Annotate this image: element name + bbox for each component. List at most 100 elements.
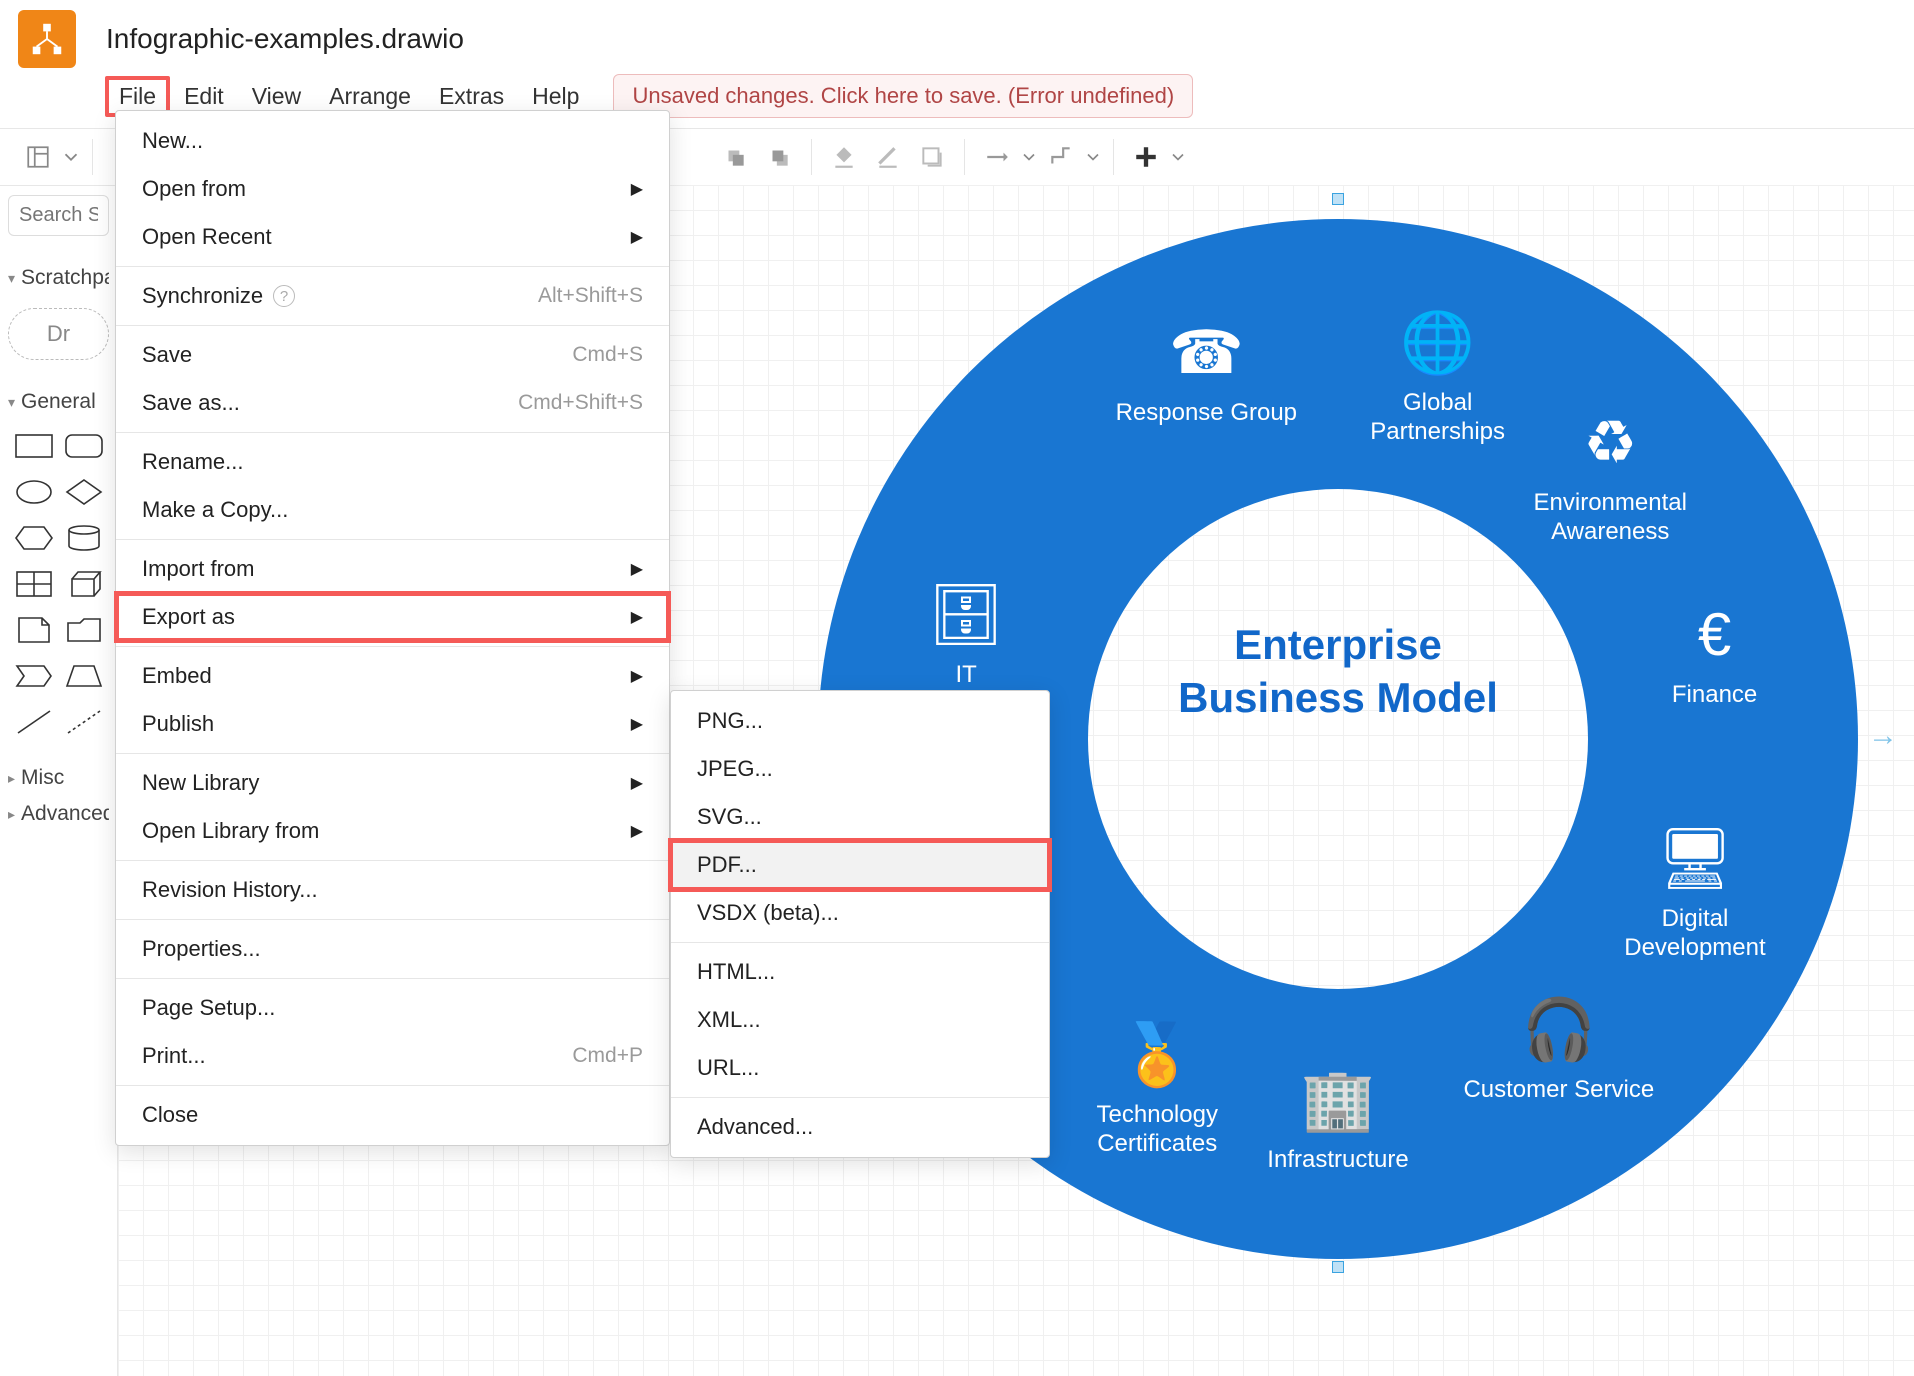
ring-technology-certificates[interactable]: 🏅Technology Certificates (1057, 1019, 1257, 1159)
search-input[interactable] (8, 195, 109, 236)
file-menu-publish[interactable]: Publish▶ (116, 700, 669, 748)
chevron-right-icon: ▶ (631, 821, 643, 841)
to-back-icon[interactable] (713, 137, 757, 177)
globe-icon: 🌐 (1338, 307, 1538, 379)
shape-folder[interactable] (62, 612, 106, 648)
chevron-down-icon[interactable] (1083, 137, 1103, 177)
chevron-right-icon: ▶ (631, 714, 643, 734)
chevron-down-icon[interactable] (60, 137, 82, 177)
general-shapes (8, 420, 109, 760)
shape-line[interactable] (12, 704, 56, 740)
ring-finance[interactable]: € Finance (1615, 599, 1815, 710)
file-menu-dropdown: New...Open from▶Open Recent▶ Synchronize?… (115, 110, 670, 1146)
chevron-down-icon[interactable] (1168, 137, 1188, 177)
unsaved-notice[interactable]: Unsaved changes. Click here to save. (Er… (613, 74, 1193, 118)
shadow-icon[interactable] (910, 137, 954, 177)
chevron-down-icon[interactable] (1019, 137, 1039, 177)
file-menu-open-library-from[interactable]: Open Library from▶ (116, 807, 669, 855)
file-menu-close[interactable]: Close (116, 1091, 669, 1139)
misc-section[interactable]: Misc (8, 760, 109, 796)
file-menu-make-a-copy-[interactable]: Make a Copy... (116, 486, 669, 534)
euro-icon: € (1615, 599, 1815, 671)
shape-dashed-line[interactable] (62, 704, 106, 740)
diagram-center-title: Enterprise Business Model (1178, 619, 1498, 724)
file-menu-embed[interactable]: Embed▶ (116, 652, 669, 700)
shape-cylinder[interactable] (62, 520, 106, 556)
chevron-right-icon: ▶ (631, 773, 643, 793)
shape-rounded[interactable] (62, 428, 106, 464)
help-icon[interactable]: ? (273, 285, 295, 307)
ring-response-group[interactable]: ☎ Response Group (1106, 317, 1306, 428)
file-menu-synchronize[interactable]: Synchronize?Alt+Shift+S (116, 272, 669, 320)
file-menu-rename-[interactable]: Rename... (116, 438, 669, 486)
ring-label: Response Group (1106, 399, 1306, 428)
headset-icon: 🎧 (1459, 994, 1659, 1066)
scratchpad-section[interactable]: Scratchpad (8, 260, 109, 296)
app-logo[interactable] (18, 10, 76, 68)
shape-table[interactable] (12, 566, 56, 602)
file-menu-open-from[interactable]: Open from▶ (116, 165, 669, 213)
ring-global-partnerships[interactable]: 🌐 Global Partnerships (1338, 307, 1538, 447)
file-menu-export-as[interactable]: Export as▶ (116, 593, 669, 641)
ring-label: Global Partnerships (1338, 389, 1538, 447)
phone-group-icon: ☎ (1106, 317, 1306, 389)
export-jpeg-[interactable]: JPEG... (671, 745, 1049, 793)
ring-it[interactable]: 🗄 IT (866, 579, 1066, 690)
to-front-icon[interactable] (757, 137, 801, 177)
export-svg-[interactable]: SVG... (671, 793, 1049, 841)
ring-label: Environmental Awareness (1510, 489, 1710, 547)
shape-hexagon[interactable] (12, 520, 56, 556)
award-icon: 🏅 (1057, 1019, 1257, 1091)
ring-environmental-awareness[interactable]: ♻ Environmental Awareness (1510, 407, 1710, 547)
export-pdf-[interactable]: PDF... (671, 841, 1049, 889)
file-menu-new-[interactable]: New... (116, 117, 669, 165)
scratchpad-dropzone[interactable]: Dr (8, 308, 109, 360)
chevron-right-icon: ▶ (631, 179, 643, 199)
fill-color-icon[interactable] (822, 137, 866, 177)
shape-trapezoid[interactable] (62, 658, 106, 694)
export-html-[interactable]: HTML... (671, 948, 1049, 996)
shape-cube[interactable] (62, 566, 106, 602)
shapes-panel: Scratchpad Dr General Misc Advanced (0, 185, 118, 1376)
file-menu-save-as-[interactable]: Save as...Cmd+Shift+S (116, 379, 669, 427)
chevron-right-icon: ▶ (631, 607, 643, 627)
insert-icon[interactable] (1124, 137, 1168, 177)
ring-label: IT (866, 661, 1066, 690)
advanced-section[interactable]: Advanced (8, 796, 109, 832)
file-menu-revision-history-[interactable]: Revision History... (116, 866, 669, 914)
waypoints-icon[interactable] (1039, 137, 1083, 177)
ring-label: Finance (1615, 681, 1815, 710)
file-menu-new-library[interactable]: New Library▶ (116, 759, 669, 807)
shape-diamond[interactable] (62, 474, 106, 510)
connection-icon[interactable] (975, 137, 1019, 177)
export-xml-[interactable]: XML... (671, 996, 1049, 1044)
ring-digital-development[interactable]: 🖥Digital Development (1595, 823, 1795, 963)
recycle-icon: ♻ (1510, 407, 1710, 479)
chevron-right-icon: ▶ (631, 666, 643, 686)
export-vsdx-beta-[interactable]: VSDX (beta)... (671, 889, 1049, 937)
ring-customer-service[interactable]: 🎧Customer Service (1459, 994, 1659, 1105)
file-menu-print-[interactable]: Print...Cmd+P (116, 1032, 669, 1080)
file-menu-page-setup-[interactable]: Page Setup... (116, 984, 669, 1032)
file-menu-open-recent[interactable]: Open Recent▶ (116, 213, 669, 261)
file-menu-save[interactable]: SaveCmd+S (116, 331, 669, 379)
servers-icon: 🖥 (1595, 823, 1795, 895)
database-icon: 🗄 (866, 579, 1066, 651)
shape-ellipse[interactable] (12, 474, 56, 510)
general-section[interactable]: General (8, 384, 109, 420)
export-submenu-dropdown: PNG...JPEG...SVG...PDF...VSDX (beta)... H… (670, 690, 1050, 1158)
shape-rectangle[interactable] (12, 428, 56, 464)
shape-note[interactable] (12, 612, 56, 648)
file-menu-import-from[interactable]: Import from▶ (116, 545, 669, 593)
export-url-[interactable]: URL... (671, 1044, 1049, 1092)
shape-step[interactable] (12, 658, 56, 694)
ring-infrastructure[interactable]: 🏢Infrastructure (1238, 1064, 1438, 1175)
line-color-icon[interactable] (866, 137, 910, 177)
file-menu-properties-[interactable]: Properties... (116, 925, 669, 973)
chevron-right-icon: ▶ (631, 227, 643, 247)
export-png-[interactable]: PNG... (671, 697, 1049, 745)
document-title[interactable]: Infographic-examples.drawio (106, 23, 464, 55)
export-advanced-[interactable]: Advanced... (671, 1103, 1049, 1151)
layout-icon[interactable] (16, 137, 60, 177)
ring-label: Infrastructure (1238, 1146, 1438, 1175)
